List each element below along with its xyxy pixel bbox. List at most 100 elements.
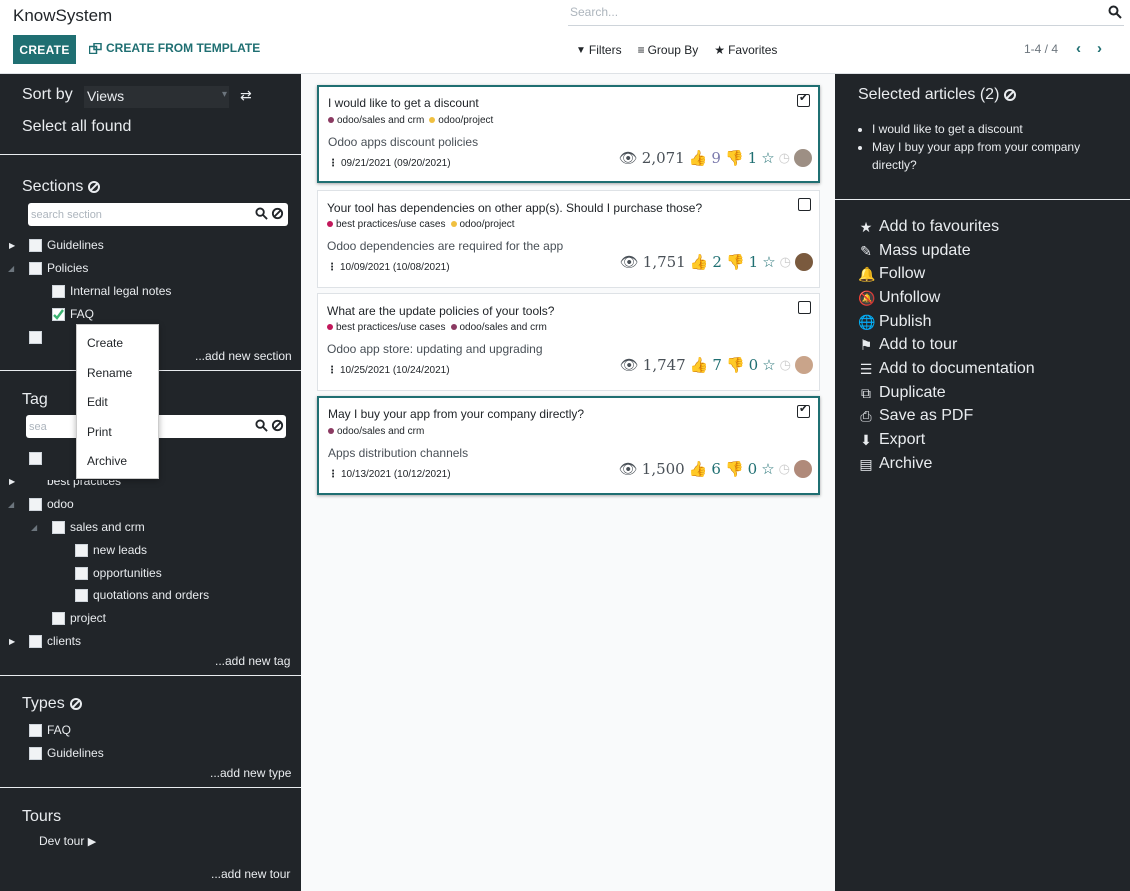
type-checkbox[interactable] [29, 747, 42, 760]
chevron-right-icon[interactable]: › [1097, 40, 1102, 57]
export-button[interactable]: ⬇ Export [858, 431, 925, 449]
section-search[interactable] [28, 203, 288, 226]
search-bar[interactable] [568, 2, 1124, 26]
chevron-left-icon[interactable]: ‹ [1076, 40, 1081, 57]
article-card[interactable]: What are the update policies of your too… [317, 293, 820, 391]
tag-item[interactable]: odoo [47, 497, 74, 511]
ban-icon[interactable] [69, 697, 82, 710]
selected-article-item[interactable]: May I buy your app from your company dir… [872, 138, 1108, 174]
star-outline-icon[interactable]: ☆ [761, 460, 774, 478]
unfollow-button[interactable]: 🔕 Unfollow [858, 289, 940, 307]
thumbs-down-icon[interactable]: 👎 [725, 460, 744, 478]
section-checkbox-checked[interactable] [52, 308, 65, 321]
section-checkbox[interactable] [52, 285, 65, 298]
tag-checkbox[interactable] [75, 544, 88, 557]
ban-icon[interactable] [1004, 88, 1017, 101]
tag-checkbox[interactable] [52, 521, 65, 534]
thumbs-up-icon[interactable]: 👍 [690, 253, 709, 271]
pager-value[interactable]: 1-4 / 4 [1024, 42, 1058, 56]
ban-icon[interactable] [88, 180, 101, 193]
search-icon[interactable] [255, 419, 268, 437]
selected-article-item[interactable]: I would like to get a discount [872, 120, 1108, 138]
thumbs-up-icon[interactable]: 👍 [689, 149, 708, 167]
add-to-tour-button[interactable]: ⚑ Add to tour [858, 336, 958, 354]
context-menu-print[interactable]: Print [87, 425, 112, 439]
article-title[interactable]: I would like to get a discount [328, 96, 479, 110]
tag-checkbox[interactable] [29, 635, 42, 648]
section-checkbox[interactable] [29, 262, 42, 275]
follow-button[interactable]: 🔔 Follow [858, 265, 925, 283]
tag-item[interactable]: quotations and orders [93, 588, 209, 602]
section-checkbox[interactable] [29, 239, 42, 252]
tag-checkbox[interactable] [29, 452, 42, 465]
publish-button[interactable]: 🌐 Publish [858, 313, 931, 331]
context-menu-archive[interactable]: Archive [87, 454, 127, 468]
tag-checkbox[interactable] [75, 567, 88, 580]
clear-icon[interactable] [271, 207, 284, 225]
create-from-template-button[interactable]: CREATE FROM TEMPLATE [89, 41, 260, 55]
swap-icon[interactable]: ⇄ [240, 87, 252, 104]
search-input[interactable] [568, 2, 1088, 22]
sort-select[interactable]: Views ▾ [84, 86, 229, 108]
select-all-link[interactable]: Select all found [22, 118, 131, 136]
section-item[interactable]: FAQ [70, 307, 94, 321]
thumbs-down-icon[interactable]: 👎 [725, 149, 744, 167]
archive-button[interactable]: ▤ Archive [858, 455, 932, 473]
groupby-button[interactable]: ≡ Group By [638, 43, 699, 57]
star-outline-icon[interactable]: ☆ [762, 253, 775, 271]
section-item[interactable]: Guidelines [47, 238, 104, 252]
favorites-button[interactable]: ★ Favorites [714, 43, 777, 57]
tag-checkbox[interactable] [52, 612, 65, 625]
tag-item[interactable]: project [70, 611, 106, 625]
tag-checkbox[interactable] [75, 589, 88, 602]
tag-checkbox[interactable] [29, 498, 42, 511]
kebab-icon[interactable]: ⋮ [327, 365, 337, 376]
type-item[interactable]: FAQ [47, 723, 71, 737]
search-icon[interactable] [255, 207, 268, 225]
section-item[interactable]: Policies [47, 261, 88, 275]
caret-right-icon[interactable]: ▶ [9, 477, 15, 486]
star-outline-icon[interactable]: ☆ [761, 149, 774, 167]
caret-open-icon[interactable]: ◢ [8, 500, 14, 509]
article-title[interactable]: What are the update policies of your too… [327, 304, 554, 318]
thumbs-down-icon[interactable]: 👎 [726, 253, 745, 271]
kebab-icon[interactable]: ⋮ [328, 158, 338, 169]
article-card[interactable]: May I buy your app from your company dir… [317, 396, 820, 495]
tag-item[interactable]: new leads [93, 543, 147, 557]
add-to-documentation-button[interactable]: ☰ Add to documentation [858, 360, 1035, 378]
card-checkbox[interactable] [798, 198, 811, 211]
search-icon[interactable] [1108, 5, 1122, 19]
caret-open-icon[interactable]: ◢ [31, 523, 37, 532]
card-checkbox[interactable] [797, 402, 810, 418]
type-checkbox[interactable] [29, 724, 42, 737]
mass-update-button[interactable]: ✎ Mass update [858, 242, 970, 260]
add-to-favourites-button[interactable]: ★ Add to favourites [858, 218, 999, 236]
caret-right-icon[interactable]: ▶ [9, 637, 15, 646]
save-as-pdf-button[interactable]: ⎙ Save as PDF [858, 407, 973, 425]
play-icon[interactable]: ▶ [88, 836, 96, 848]
thumbs-down-icon[interactable]: 👎 [726, 356, 745, 374]
add-new-type-link[interactable]: ...add new type [210, 766, 291, 780]
section-checkbox[interactable] [29, 331, 42, 344]
article-card[interactable]: Your tool has dependencies on other app(… [317, 190, 820, 288]
tour-item[interactable]: Dev tour ▶ [39, 834, 96, 848]
caret-right-icon[interactable]: ▶ [9, 241, 15, 250]
tag-item[interactable]: opportunities [93, 566, 162, 580]
context-menu-rename[interactable]: Rename [87, 366, 132, 380]
context-menu-create[interactable]: Create [87, 336, 123, 350]
kebab-icon[interactable]: ⋮ [328, 469, 338, 480]
clear-icon[interactable] [271, 419, 284, 437]
thumbs-up-icon[interactable]: 👍 [689, 460, 708, 478]
type-item[interactable]: Guidelines [47, 746, 104, 760]
caret-open-icon[interactable]: ◢ [8, 264, 14, 273]
tag-item[interactable]: sales and crm [70, 520, 145, 534]
add-new-tour-link[interactable]: ...add new tour [211, 867, 290, 881]
duplicate-button[interactable]: ⧉ Duplicate [858, 384, 946, 402]
context-menu-edit[interactable]: Edit [87, 395, 108, 409]
add-new-section-link[interactable]: ...add new section [195, 349, 292, 363]
add-new-tag-link[interactable]: ...add new tag [215, 654, 290, 668]
article-card[interactable]: I would like to get a discount odoo/sale… [317, 85, 820, 183]
section-search-input[interactable] [31, 204, 249, 225]
article-title[interactable]: May I buy your app from your company dir… [328, 407, 584, 421]
create-button[interactable]: CREATE [13, 35, 76, 64]
